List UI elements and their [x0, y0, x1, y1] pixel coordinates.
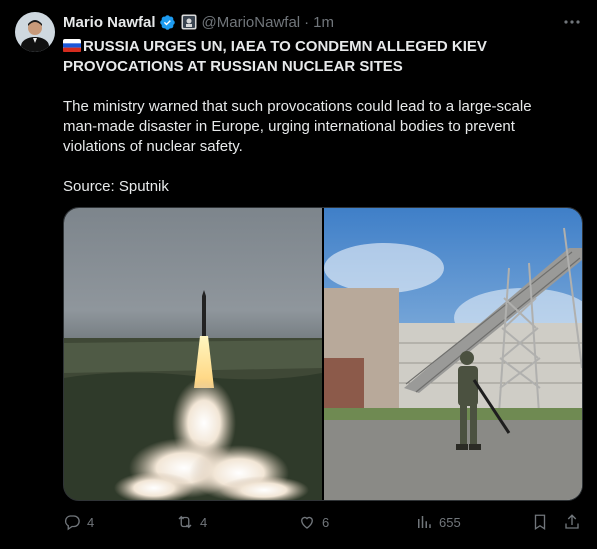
- reply-button[interactable]: 4: [63, 511, 94, 533]
- separator: ·: [304, 13, 310, 31]
- heart-icon: [301, 516, 313, 529]
- like-button[interactable]: 6: [298, 511, 329, 533]
- avatar[interactable]: [15, 12, 55, 52]
- tweet-text: RUSSIA URGES UN, IAEA TO CONDEMN ALLEGED…: [63, 37, 563, 197]
- repost-icon: [178, 515, 192, 529]
- bookmark-icon: [534, 514, 546, 531]
- views-button[interactable]: 655: [415, 511, 461, 533]
- share-icon: [565, 514, 579, 529]
- tweet-header: Mario Nawfal @MarioNawfal · 1m: [63, 11, 583, 33]
- views-count: 655: [439, 514, 461, 530]
- tweet-headline: RUSSIA URGES UN, IAEA TO CONDEMN ALLEGED…: [63, 37, 563, 77]
- headline-text: RUSSIA URGES UN, IAEA TO CONDEMN ALLEGED…: [63, 38, 487, 75]
- reply-count: 4: [87, 514, 95, 530]
- author-name[interactable]: Mario Nawfal: [63, 14, 156, 31]
- verified-badge-icon[interactable]: [159, 14, 176, 31]
- missile-launch-image[interactable]: [64, 208, 322, 500]
- tweet-source: Source: Sputnik: [63, 178, 169, 195]
- like-count: 6: [322, 514, 330, 530]
- timestamp[interactable]: 1m: [313, 14, 334, 31]
- affiliate-badge-icon[interactable]: [181, 14, 197, 30]
- more-options-icon[interactable]: [561, 11, 583, 33]
- author-handle[interactable]: @MarioNawfal: [202, 14, 301, 31]
- views-icon: [418, 516, 431, 528]
- media-grid[interactable]: [63, 207, 583, 501]
- tweet-body: The ministry warned that such provocatio…: [63, 98, 532, 155]
- action-bar: 4 4 6 655: [63, 511, 583, 533]
- russia-flag-icon: [63, 38, 81, 52]
- reply-icon: [64, 515, 80, 531]
- repost-button[interactable]: 4: [176, 511, 207, 533]
- repost-count: 4: [200, 514, 208, 530]
- share-button[interactable]: [563, 511, 581, 533]
- soldier-nuclear-plant-image[interactable]: [324, 208, 582, 500]
- bookmark-button[interactable]: [531, 511, 549, 533]
- tweet[interactable]: Mario Nawfal @MarioNawfal · 1m RUSSIA UR…: [0, 0, 597, 549]
